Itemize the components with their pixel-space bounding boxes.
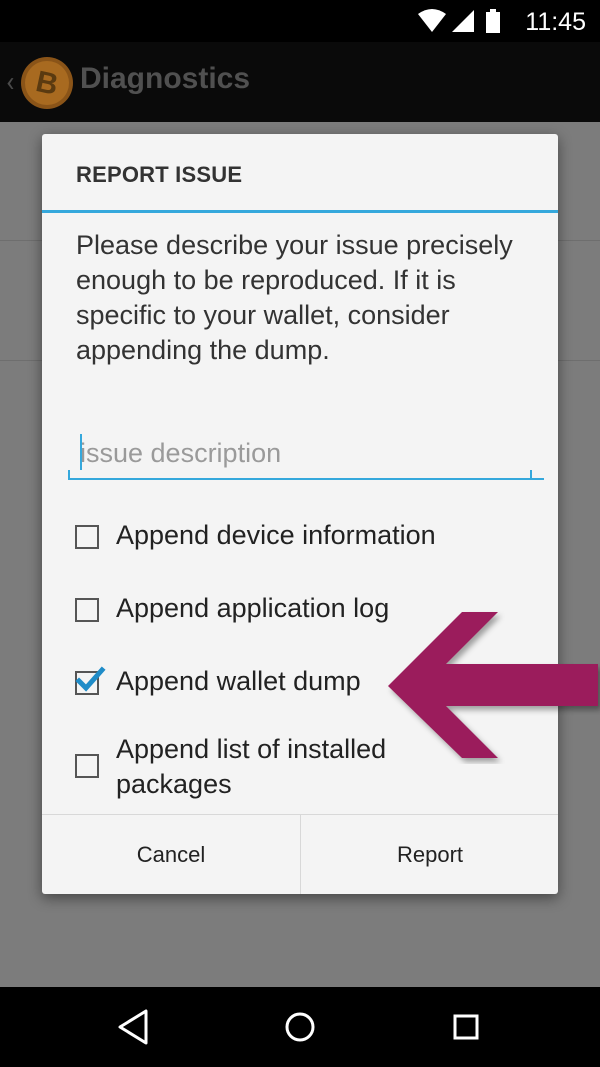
annotation-arrow-icon xyxy=(388,612,598,758)
dialog-title: REPORT ISSUE xyxy=(76,162,243,187)
title-divider xyxy=(42,210,558,213)
text-cursor xyxy=(80,434,82,470)
cancel-button[interactable]: Cancel xyxy=(42,815,300,894)
wifi-icon xyxy=(418,9,446,32)
issue-description-input[interactable] xyxy=(68,428,544,480)
wallet-dump-checkbox[interactable] xyxy=(75,666,106,695)
checkmark-icon xyxy=(75,666,106,692)
signal-icon xyxy=(452,10,474,32)
installed-packages-checkbox[interactable] xyxy=(75,754,99,778)
report-button[interactable]: Report xyxy=(301,815,558,894)
back-icon[interactable] xyxy=(92,987,172,1067)
recents-icon[interactable] xyxy=(426,987,506,1067)
dialog-message: Please describe your issue precisely eno… xyxy=(76,230,513,365)
device-information-checkbox[interactable] xyxy=(75,525,99,549)
status-bar: 11:45 xyxy=(0,0,600,42)
clock: 11:45 xyxy=(525,8,586,36)
option-device-information[interactable]: Append device information xyxy=(42,512,558,562)
action-bar: ‹ B Diagnostics xyxy=(0,42,600,122)
input-edge xyxy=(530,470,532,480)
battery-icon xyxy=(486,9,500,33)
home-icon[interactable] xyxy=(260,987,340,1067)
action-bar-title: Diagnostics xyxy=(80,62,251,95)
up-caret-icon[interactable]: ‹ xyxy=(6,68,14,96)
bitcoin-logo-icon[interactable]: B xyxy=(20,56,74,110)
option-label: Append device information xyxy=(116,520,436,550)
report-issue-dialog: REPORT ISSUE Please describe your issue … xyxy=(42,134,558,894)
application-log-checkbox[interactable] xyxy=(75,598,99,622)
navigation-bar xyxy=(0,987,600,1067)
input-edge xyxy=(68,470,70,480)
status-icons xyxy=(418,9,500,33)
